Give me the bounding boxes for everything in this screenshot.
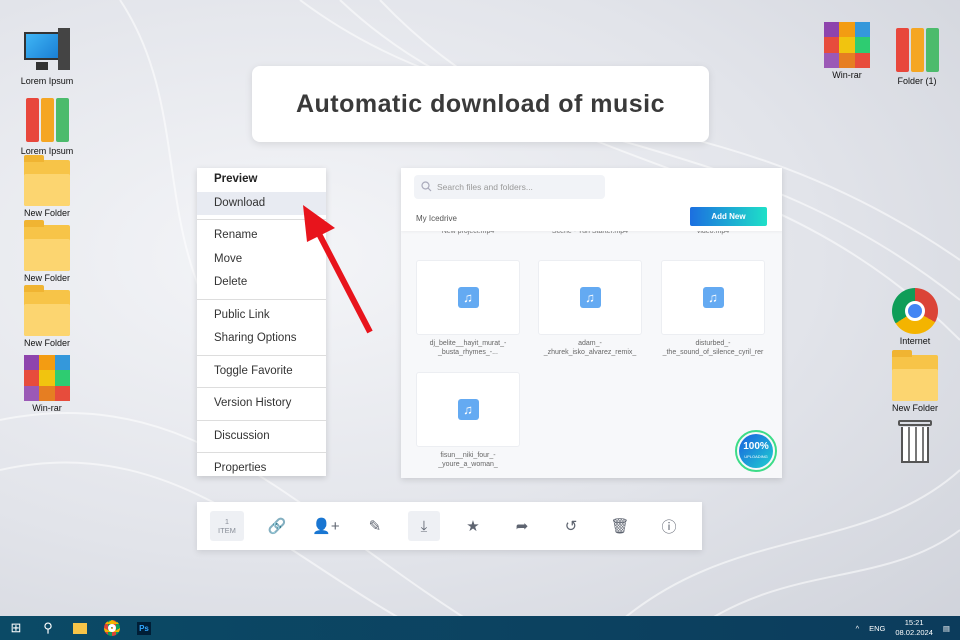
breadcrumb[interactable]: My Icedrive	[416, 214, 457, 223]
music-file-icon: ♫	[702, 287, 724, 308]
icedrive-window: Search files and folders... My Icedrive …	[401, 168, 782, 478]
desktop-icon-label: New Folder	[23, 208, 70, 218]
desktop-icon[interactable]: Lorem Ipsum	[12, 28, 82, 86]
search-icon	[421, 181, 432, 192]
recycle-bin-icon	[898, 420, 932, 466]
file-name: disturbed_- _the_sound_of_silence_cyril_r…	[662, 340, 764, 356]
winrar-icon	[24, 355, 70, 401]
file-item[interactable]: ♫ adam_- _zhurek_isko_alvarez_remix_	[538, 260, 642, 357]
file-explorer-icon[interactable]	[64, 616, 96, 640]
binders-icon	[894, 28, 940, 74]
search-input[interactable]: Search files and folders...	[414, 175, 605, 199]
desktop-icon[interactable]: Win-rar	[12, 355, 82, 413]
menu-item-toggle-favorite[interactable]: Toggle Favorite	[197, 360, 326, 384]
pencil-icon[interactable]: ✎	[359, 511, 391, 541]
language-indicator[interactable]: ENG	[869, 624, 885, 633]
desktop-icon[interactable]	[880, 420, 950, 468]
chrome-icon	[892, 288, 938, 334]
file-item[interactable]: ♫ disturbed_- _the_sound_of_silence_cyril_…	[661, 260, 765, 357]
desktop-icon[interactable]: New Folder	[12, 155, 82, 218]
desktop-icon-label: Lorem Ipsum	[20, 146, 74, 156]
folder-icon	[24, 285, 70, 336]
menu-item-discussion[interactable]: Discussion	[197, 425, 326, 449]
divider	[197, 387, 326, 388]
upload-progress: 100% UPLOADING	[735, 430, 777, 472]
taskbar: ⊞ ⚲ Ps ^ ENG 15:21 08.02.2024 ▤	[0, 616, 960, 640]
folder-icon	[892, 350, 938, 401]
desktop-icon[interactable]: New Folder	[12, 220, 82, 283]
info-icon[interactable]: ⓘ	[653, 511, 685, 541]
folder-icon	[24, 155, 70, 206]
binders-icon	[24, 98, 70, 144]
menu-item-properties[interactable]: Properties	[197, 457, 326, 481]
search-placeholder: Search files and folders...	[437, 182, 533, 192]
desktop-icon[interactable]: New Folder	[12, 285, 82, 348]
trash-icon[interactable]: 🗑	[604, 511, 636, 541]
desktop-icon-label: New Folder	[891, 403, 938, 413]
music-file-icon: ♫	[579, 287, 601, 308]
menu-item-version-history[interactable]: Version History	[197, 392, 326, 416]
link-icon[interactable]: 🔗	[261, 511, 293, 541]
music-file-icon: ♫	[457, 287, 479, 308]
file-item[interactable]: ♫ fisun__niki_four_- _youre_a_woman_	[416, 372, 520, 469]
download-icon[interactable]: ⤓	[407, 511, 440, 541]
page-title: Automatic download of music	[252, 66, 709, 142]
action-toolbar: 1 ITEM 🔗 👤+ ✎ ⤓ ★ ➦ ↺ 🗑 ⓘ	[197, 502, 702, 550]
desktop-icon[interactable]: Internet	[880, 288, 950, 346]
share-icon[interactable]: ➦	[506, 511, 538, 541]
menu-item-preview[interactable]: Preview	[197, 168, 326, 192]
file-name: adam_- _zhurek_isko_alvarez_remix_	[543, 340, 637, 356]
file-name: dj_belite__hayit_murat_- _busta_rhymes_-.…	[429, 340, 507, 356]
divider	[197, 452, 326, 453]
windows-start-icon[interactable]: ⊞	[0, 616, 32, 640]
search-icon[interactable]: ⚲	[32, 616, 64, 640]
desktop-icon[interactable]: Win-rar	[812, 22, 882, 80]
chrome-icon[interactable]	[96, 616, 128, 640]
divider	[197, 419, 326, 421]
photoshop-icon[interactable]: Ps	[128, 616, 160, 640]
add-new-button[interactable]: Add New	[690, 207, 767, 226]
desktop-icon[interactable]: Folder (1)	[882, 28, 952, 86]
desktop-icon-label: New Folder	[23, 273, 70, 283]
red-arrow-icon	[303, 205, 373, 334]
folder-icon	[24, 220, 70, 271]
desktop-icon-label: Win-rar	[32, 403, 62, 413]
desktop-icon-label: Lorem Ipsum	[20, 76, 74, 86]
desktop-icon-label: New Folder	[23, 338, 70, 348]
star-icon[interactable]: ★	[457, 511, 489, 541]
desktop-icon[interactable]: New Folder	[880, 350, 950, 413]
desktop-icon-label: Internet	[899, 336, 931, 346]
selection-count: 1 ITEM	[210, 511, 244, 541]
add-user-icon[interactable]: 👤+	[310, 511, 342, 541]
tray-chevron-icon[interactable]: ^	[856, 624, 860, 633]
notifications-icon[interactable]: ▤	[943, 624, 950, 633]
music-file-icon: ♫	[457, 399, 479, 420]
file-item[interactable]: ♫ dj_belite__hayit_murat_- _busta_rhymes_-…	[416, 260, 520, 357]
computer-icon	[24, 28, 70, 74]
clock[interactable]: 15:21 08.02.2024	[895, 618, 933, 638]
divider	[197, 354, 326, 356]
winrar-icon	[824, 22, 870, 68]
file-name: fisun__niki_four_- _youre_a_woman_	[438, 452, 498, 468]
desktop-icon-label: Folder (1)	[897, 76, 937, 86]
desktop-icon[interactable]: Lorem Ipsum	[12, 98, 82, 156]
history-icon[interactable]: ↺	[555, 511, 587, 541]
desktop-icon-label: Win-rar	[832, 70, 862, 80]
